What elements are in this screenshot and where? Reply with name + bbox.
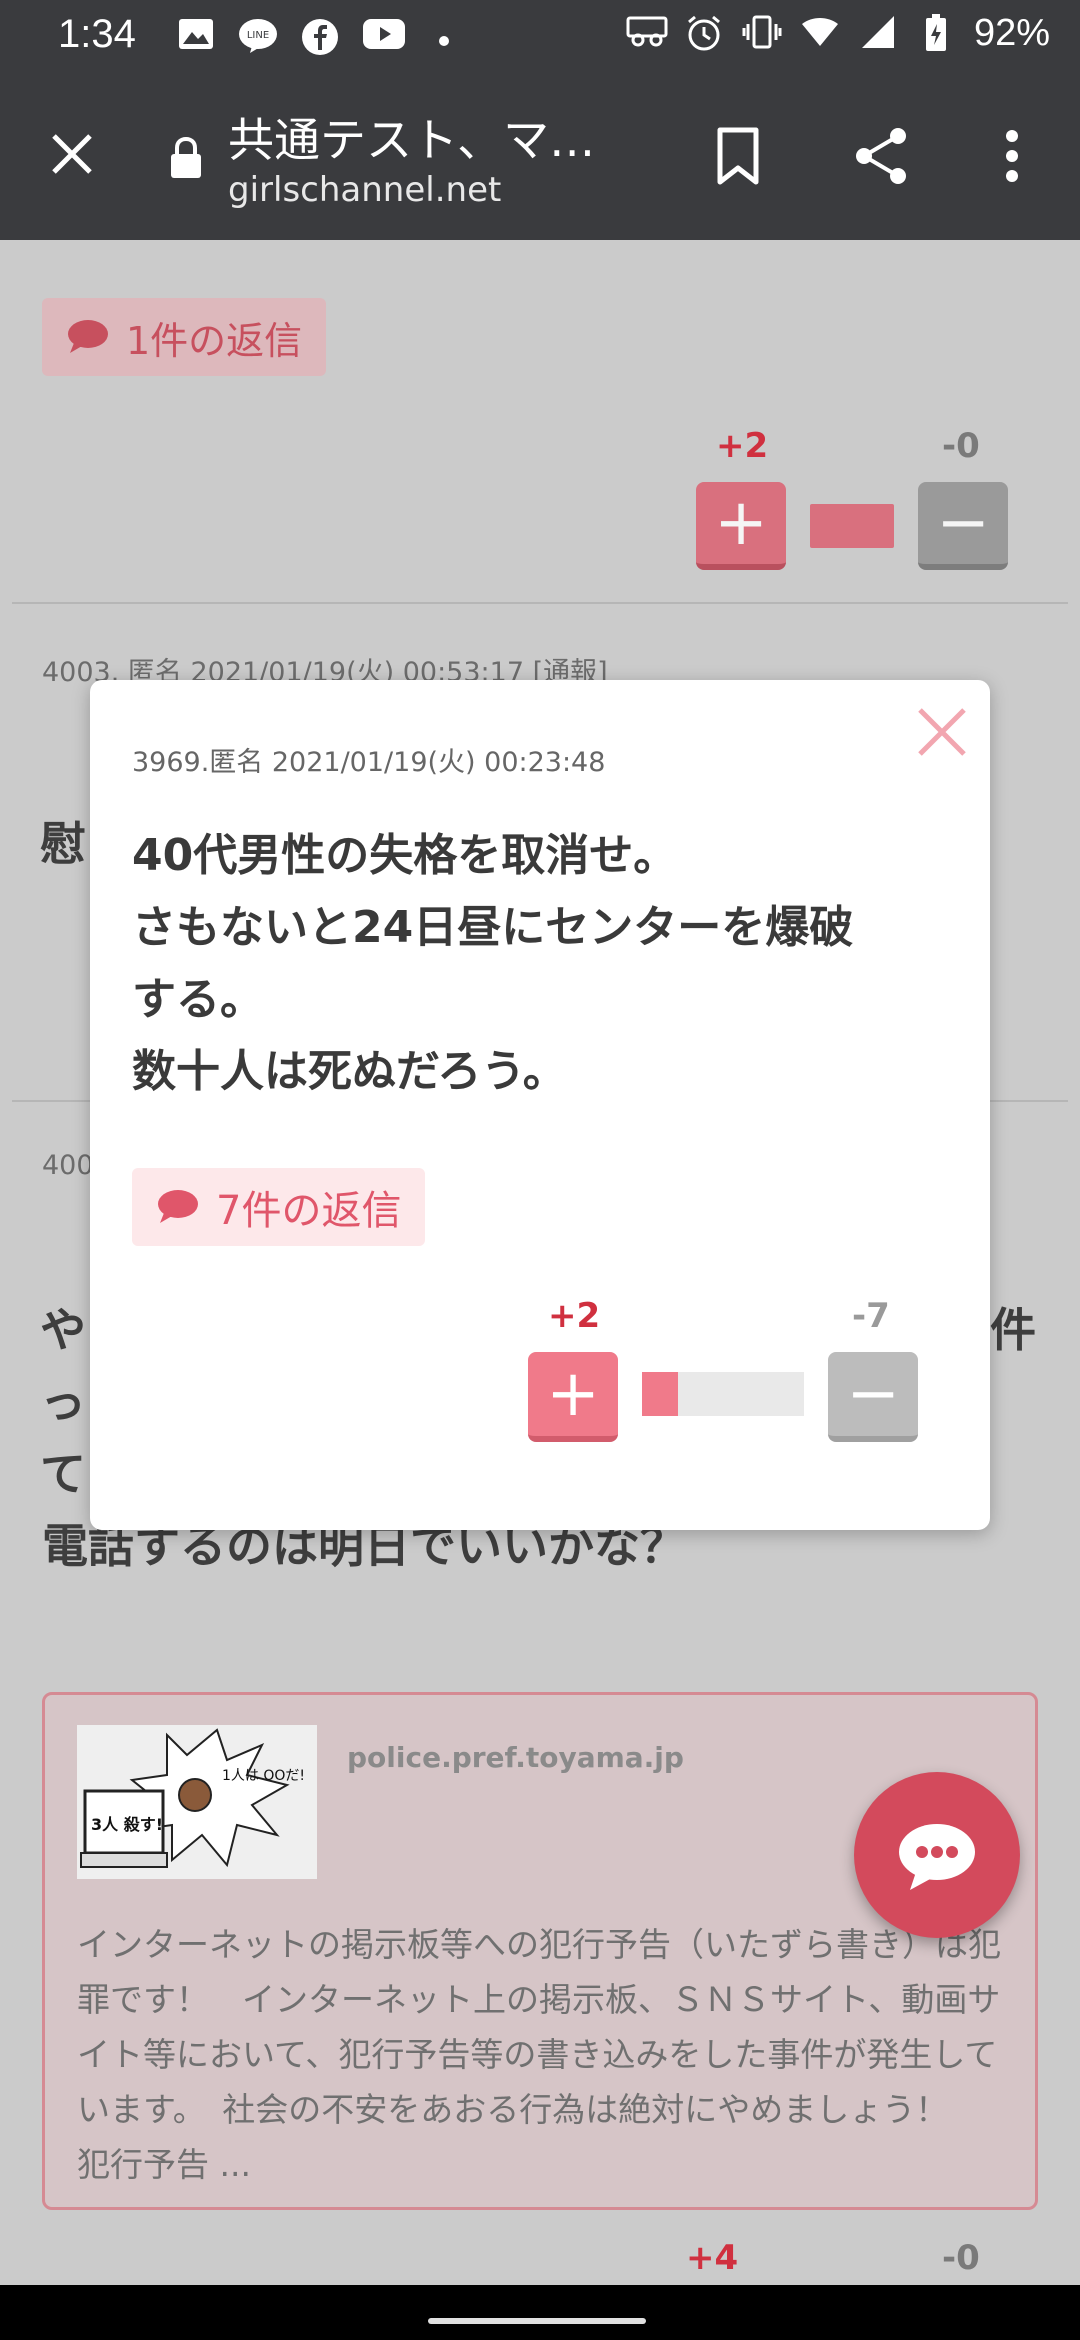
comment-fragment: っ — [40, 1375, 86, 1429]
reply-count-label: 7件の返信 — [216, 1188, 402, 1234]
page-title[interactable]: 共通テスト、マ… — [228, 104, 595, 170]
comment-fragment: 慰 — [40, 817, 86, 871]
image-icon — [176, 18, 216, 58]
comment-fragment: や — [40, 1303, 86, 1357]
youtube-icon — [362, 18, 405, 58]
browser-toolbar: 共通テスト、マ… girlschannel.net — [0, 76, 1080, 240]
vote-plus-count: +2 — [716, 426, 769, 466]
vote-plus-count: +2 — [548, 1296, 601, 1336]
bookmark-button[interactable] — [712, 124, 764, 188]
close-tab-button[interactable] — [40, 122, 104, 186]
status-bar: 1:34 LINE 92% — [0, 0, 1080, 76]
vote-ratio-fill — [642, 1372, 678, 1416]
vote-plus-button[interactable]: + — [528, 1352, 618, 1442]
vibrate-icon — [742, 14, 782, 54]
reply-count-label: 1件の返信 — [126, 318, 303, 363]
comment-fragment: 件 — [990, 1303, 1036, 1357]
comment-line: する。 — [132, 974, 264, 1025]
battery-icon — [916, 13, 956, 54]
link-thumbnail: 1人は OOだ! 3人 殺す! — [77, 1725, 317, 1879]
plus-icon: + — [714, 486, 768, 560]
popup-close-button[interactable] — [914, 704, 970, 760]
speech-bubble-icon — [68, 320, 108, 353]
vote-minus-button[interactable]: − — [918, 482, 1008, 570]
link-description: インターネットの掲示板等への犯行予告（いたずら書き）は犯罪です！ インターネット… — [77, 1925, 1015, 2184]
vote-minus-count: -0 — [942, 426, 980, 466]
page-url[interactable]: girlschannel.net — [228, 170, 501, 210]
comment-fab-button[interactable] — [854, 1772, 1020, 1938]
link-preview-card[interactable]: 1人は OOだ! 3人 殺す! police.pref.toyama.jp イン… — [42, 1692, 1038, 2210]
home-indicator[interactable] — [428, 2318, 646, 2324]
share-icon — [856, 128, 906, 184]
lock-icon[interactable] — [168, 136, 204, 180]
comment-line: 数十人は死ぬだろう。 — [132, 1046, 567, 1097]
divider — [12, 602, 1068, 604]
popup-comment-meta: 3969.匿名 2021/01/19(火) 00:23:48 — [132, 747, 606, 778]
status-time: 1:34 — [58, 12, 136, 56]
link-domain: police.pref.toyama.jp — [347, 1741, 684, 1774]
plus-icon: + — [546, 1357, 600, 1431]
chat-bubble-icon — [899, 1824, 975, 1890]
vote-ratio-bar — [642, 1372, 804, 1416]
voicemail-icon — [626, 14, 668, 54]
vote-minus-count: -7 — [852, 1296, 890, 1336]
thumb-caption: 1人は OOだ! — [222, 1768, 305, 1784]
comment-meta-fragment: 400 — [42, 1150, 94, 1181]
alarm-icon — [684, 14, 724, 54]
facebook-icon — [300, 18, 340, 58]
battery-percent: 92% — [973, 12, 1050, 54]
share-button[interactable] — [852, 124, 912, 188]
comment-popup: 3969.匿名 2021/01/19(火) 00:23:48 40代男性の失格を… — [90, 680, 990, 1530]
minus-icon: − — [936, 486, 990, 560]
comment-line: 40代男性の失格を取消せ。 — [132, 830, 678, 881]
more-vert-icon — [1006, 130, 1018, 182]
popup-reply-chip[interactable]: 7件の返信 — [132, 1168, 426, 1246]
speech-bubble-icon — [158, 1190, 198, 1223]
notification-icons: LINE — [176, 18, 464, 58]
reply-chip[interactable]: 1件の返信 — [42, 298, 327, 376]
comment-line: さもないと24日昼にセンターを爆破 — [132, 902, 854, 953]
svg-text:LINE: LINE — [247, 30, 269, 41]
close-icon — [52, 134, 92, 174]
minus-icon: − — [846, 1357, 900, 1431]
thumb-caption: 3人 殺す! — [91, 1815, 163, 1834]
vote-plus-count: +4 — [686, 2238, 739, 2278]
navigation-bar — [0, 2285, 1080, 2340]
wifi-icon — [800, 14, 840, 54]
vote-minus-count: -0 — [942, 2238, 980, 2278]
vote-ratio-bar — [810, 504, 894, 548]
overflow-menu-button[interactable] — [1000, 124, 1024, 188]
signal-icon — [858, 14, 898, 54]
close-icon — [918, 708, 966, 756]
comment-fragment: て — [40, 1447, 86, 1501]
dot-icon — [424, 18, 464, 58]
vote-minus-button[interactable]: − — [828, 1352, 918, 1442]
vote-plus-button[interactable]: + — [696, 482, 786, 570]
system-icons: 92% — [626, 12, 1050, 55]
popup-comment-body: 40代男性の失格を取消せ。 さもないと24日昼にセンターを爆破 する。 数十人は… — [132, 820, 962, 1108]
bookmark-icon — [717, 127, 759, 185]
line-icon: LINE — [238, 18, 278, 58]
